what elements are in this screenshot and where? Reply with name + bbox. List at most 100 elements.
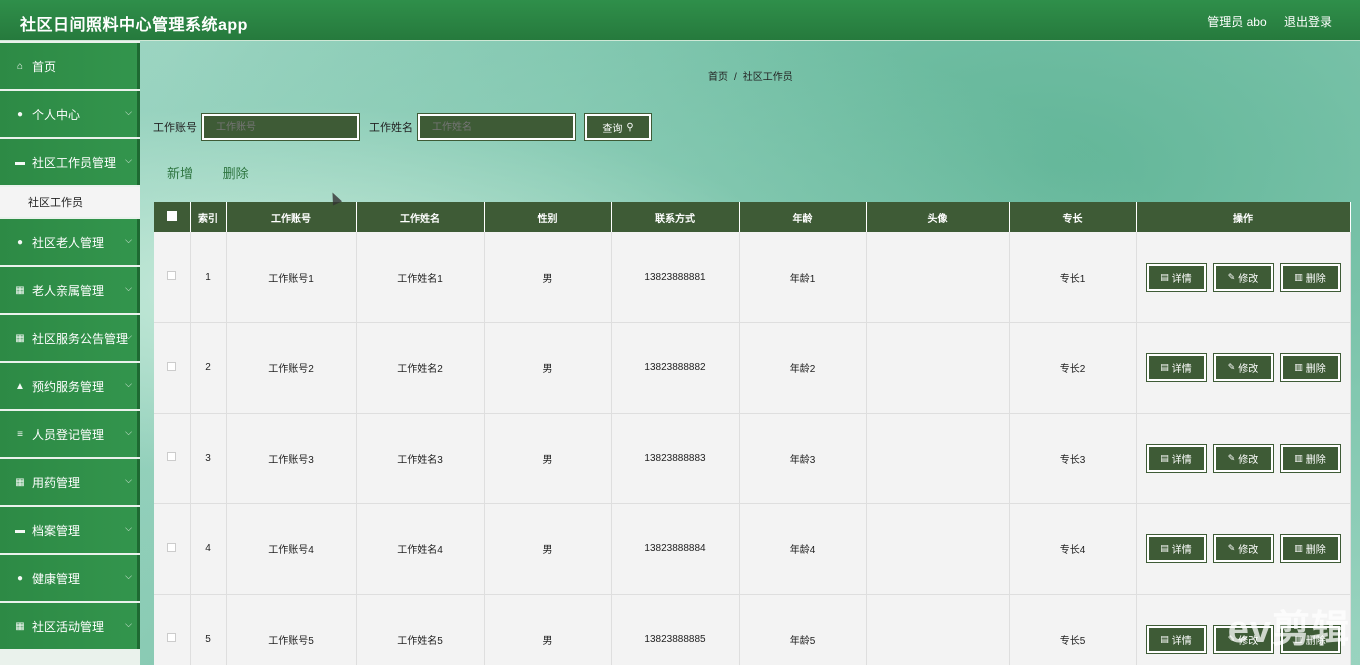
document-icon: ▤: [1160, 543, 1169, 554]
bulk-delete-button[interactable]: 删除: [223, 166, 249, 181]
table-row: 4 工作账号4 工作姓名4 男 13823888884 年龄4 专长4 ▤ 详情 ✎ 修改 ▥ 删除: [154, 503, 1351, 595]
bell-icon: ▲: [15, 380, 25, 392]
row-checkbox[interactable]: [167, 271, 177, 280]
sidebar-item-label: 老人亲属管理: [32, 283, 105, 298]
sidebar-item-label: 档案管理: [32, 523, 81, 538]
cell-age: 年龄2: [739, 322, 867, 414]
cell-name: 工作姓名5: [356, 594, 485, 665]
row-checkbox[interactable]: [167, 452, 177, 462]
sidebar-item-1[interactable]: ● 个人中心 ⌵: [0, 91, 140, 137]
name-search-input[interactable]: [417, 113, 576, 141]
cell-account: 工作账号1: [226, 232, 357, 323]
cell-avatar: [866, 413, 1010, 504]
cell-skill: 专长4: [1009, 503, 1137, 595]
query-button[interactable]: 查询 ⚲: [584, 113, 652, 141]
row-checkbox[interactable]: [167, 361, 177, 371]
delete-button-label: 删除: [1305, 454, 1326, 466]
edit-button[interactable]: ✎ 修改: [1212, 534, 1274, 564]
edit-button[interactable]: ✎ 修改: [1212, 443, 1274, 473]
sidebar-item-3[interactable]: ● 社区老人管理 ⌵: [0, 219, 140, 265]
watermark-text: ev剪辑: [1227, 609, 1350, 651]
detail-button[interactable]: ▤ 详情: [1145, 353, 1207, 383]
delete-button[interactable]: ▥ 删除: [1279, 534, 1341, 564]
detail-button[interactable]: ▤ 详情: [1145, 624, 1207, 654]
cell-account: 工作账号3: [226, 413, 357, 504]
sidebar-item-label: 社区工作员管理: [32, 155, 117, 170]
cell-operations: ▤ 详情 ✎ 修改 ▥ 删除: [1136, 322, 1351, 414]
delete-button[interactable]: ▥ 删除: [1279, 262, 1341, 292]
edit-button[interactable]: ✎ 修改: [1212, 262, 1274, 292]
table-row: 2 工作账号2 工作姓名2 男 13823888882 年龄2 专长2 ▤ 详情 ✎ 修改 ▥ 删除: [154, 322, 1351, 414]
delete-button-label: 删除: [1305, 364, 1326, 376]
detail-button-label: 详情: [1171, 273, 1192, 285]
add-button[interactable]: 新增: [167, 166, 193, 181]
cell-avatar: [866, 594, 1010, 665]
logout-link[interactable]: 退出登录: [1284, 15, 1332, 29]
cell-gender: 男: [484, 322, 612, 414]
delete-button[interactable]: ▥ 删除: [1279, 353, 1341, 383]
detail-button[interactable]: ▤ 详情: [1145, 443, 1207, 473]
row-select-cell: [154, 594, 191, 665]
bulb-icon: ●: [16, 236, 24, 248]
trash-icon: ▥: [1294, 543, 1303, 554]
detail-button-label: 详情: [1171, 454, 1192, 466]
cell-name: 工作姓名4: [356, 503, 485, 595]
query-button-label: 查询: [602, 123, 623, 135]
cell-index: 5: [190, 594, 227, 665]
select-all-cell: [154, 202, 191, 232]
pencil-icon: ✎: [1227, 362, 1236, 373]
chevron-down-icon: ⌵: [125, 523, 132, 533]
trash-icon: ▥: [1294, 362, 1303, 373]
data-table: 索引 工作账号 工作姓名 性别 联系方式 年龄 头像 专长 操作 1 工作账号1 工作姓名1 男 138…: [154, 202, 1351, 665]
cell-index: 1: [190, 232, 227, 323]
sidebar-item-6[interactable]: ▲ 预约服务管理 ⌵: [0, 363, 140, 409]
chevron-down-icon: ⌵: [125, 107, 132, 117]
cell-skill: 专长2: [1009, 322, 1137, 414]
breadcrumb-home[interactable]: 首页: [708, 72, 728, 83]
document-icon: ▤: [1160, 271, 1169, 282]
account-search-input[interactable]: [201, 113, 360, 141]
sidebar-item-label: 健康管理: [32, 571, 81, 586]
sidebar-item-11[interactable]: ▦ 社区活动管理 ⌵: [0, 603, 140, 649]
trash-icon: ▥: [1294, 271, 1303, 282]
cell-skill: 专长3: [1009, 413, 1137, 504]
user-icon: ●: [16, 108, 24, 120]
sidebar-item-9[interactable]: ▬ 档案管理 ⌵: [0, 507, 140, 553]
sidebar-item-8[interactable]: ▦ 用药管理 ⌵: [0, 459, 140, 505]
search-row: 工作账号 工作姓名 查询 ⚲: [153, 113, 652, 141]
detail-button[interactable]: ▤ 详情: [1145, 262, 1207, 292]
column-header: 专长: [1009, 202, 1137, 232]
sidebar-item-5[interactable]: ▦ 社区服务公告管理 ⌵: [0, 315, 140, 361]
delete-button[interactable]: ▥ 删除: [1279, 443, 1341, 473]
breadcrumb-separator: /: [734, 72, 737, 83]
sidebar-item-label: 用药管理: [32, 475, 81, 490]
detail-button-label: 详情: [1171, 364, 1192, 376]
document-icon: ▤: [1160, 362, 1169, 373]
pencil-icon: ✎: [1227, 271, 1236, 282]
edit-button-label: 修改: [1238, 364, 1259, 376]
grid-icon: ▦: [15, 284, 25, 296]
cell-phone: 13823888883: [611, 413, 740, 504]
cell-phone: 13823888884: [611, 503, 740, 595]
row-select-cell: [154, 232, 191, 323]
edit-button[interactable]: ✎ 修改: [1212, 353, 1274, 383]
column-header: 索引: [190, 202, 227, 232]
cell-gender: 男: [484, 594, 612, 665]
sidebar-item-2[interactable]: ▬ 社区工作员管理 ⌵: [0, 139, 140, 185]
pencil-icon: ✎: [1227, 543, 1236, 554]
row-checkbox[interactable]: [167, 633, 177, 643]
edit-button-label: 修改: [1238, 545, 1259, 557]
detail-button[interactable]: ▤ 详情: [1145, 534, 1207, 564]
sidebar-item-0[interactable]: ⌂ 首页: [0, 43, 140, 89]
chevron-down-icon: ⌵: [125, 571, 132, 581]
document-icon: ▤: [1160, 452, 1169, 463]
sidebar-item-4[interactable]: ▦ 老人亲属管理 ⌵: [0, 267, 140, 313]
chevron-down-icon: ⌵: [125, 283, 132, 293]
cell-gender: 男: [484, 503, 612, 595]
sidebar-subitem-worker[interactable]: 社区工作员: [0, 187, 140, 217]
select-all-checkbox[interactable]: [166, 210, 177, 221]
sidebar-item-7[interactable]: ≡ 人员登记管理 ⌵: [0, 411, 140, 457]
row-checkbox[interactable]: [167, 542, 177, 552]
row-actions: ▤ 详情 ✎ 修改 ▥ 删除: [1145, 443, 1341, 473]
sidebar-item-10[interactable]: ● 健康管理 ⌵: [0, 555, 140, 601]
